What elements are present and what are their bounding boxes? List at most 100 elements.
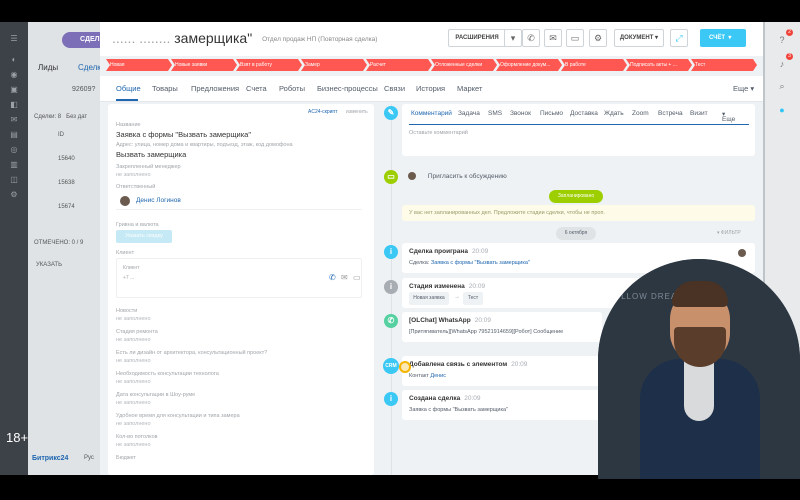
timeline-item: Добавлена связь с элементом 20:09 Контакт… [402, 356, 602, 386]
mail-icon[interactable]: ✉ [544, 29, 562, 47]
gear-icon[interactable]: ⚙ [589, 29, 607, 47]
stage-item[interactable]: Оформление докум... [496, 59, 562, 71]
field-value: Вызвать замерщика [116, 150, 187, 159]
deal-header: ...... ........ замерщика" Отдел продаж … [100, 22, 763, 56]
presenter-shirt [684, 361, 714, 421]
tab-offers[interactable]: Предложения [191, 84, 239, 93]
field-label: Закрепленный менеджер [116, 164, 181, 170]
field-value: не заполнено [116, 358, 151, 364]
stage-item[interactable]: Замер [301, 59, 367, 71]
webcam-overlay: FOLLOW DREAM [598, 259, 800, 479]
deal-info-card: AC24-скрипт изменить Название Заявка с ф… [108, 104, 374, 475]
filter-button[interactable]: ▾ ФИЛЬТР [717, 230, 741, 236]
tab-more[interactable]: Еще ▾ [733, 84, 754, 93]
rail-icon[interactable]: ◫ [8, 175, 20, 184]
bell-icon[interactable]: ♪ 3 [774, 53, 793, 72]
rail-icon[interactable]: ⚙ [8, 190, 20, 199]
item-text: Сделка: Заявка с формы "Вызвать замерщик… [409, 260, 530, 266]
phone-icon[interactable]: ✆ [522, 29, 540, 47]
bg-tab-deals[interactable]: Сделк [78, 63, 101, 72]
discount-button[interactable]: Указать скидку [116, 230, 172, 243]
deal-tabs: Общие Товары Предложения Счета Роботы Би… [100, 76, 763, 102]
tab-sms[interactable]: SMS [488, 110, 502, 117]
menu-icon[interactable]: ☰ [8, 34, 20, 43]
tab-zoom[interactable]: Zoom [632, 110, 649, 117]
expand-icon[interactable]: ⤢ [670, 29, 688, 47]
tab-robots[interactable]: Роботы [279, 84, 305, 93]
cursor-highlight [399, 361, 411, 373]
item-text[interactable]: [Притягиватель][WhatsApp 79521914659][Ро… [409, 329, 563, 335]
rail-icon[interactable]: ▤ [8, 130, 20, 139]
stage-item[interactable]: Отложенные сделки [431, 59, 497, 71]
avatar [120, 196, 130, 206]
chat-bubble-icon[interactable]: ▭ [353, 273, 361, 282]
chat-icon[interactable]: ● [774, 102, 790, 118]
tab-invoices[interactable]: Счета [246, 84, 267, 93]
bg-tab-leads[interactable]: Лиды [38, 63, 58, 72]
field-label: Ответственный [116, 184, 156, 190]
tab-task[interactable]: Задача [458, 110, 480, 117]
tab-more[interactable]: Еще ▾ [722, 110, 735, 123]
page-title: ...... ........ замерщика" Отдел продаж … [112, 30, 378, 46]
help-icon[interactable]: ? 2 [774, 29, 793, 48]
chat-bubble-icon[interactable]: ▭ [566, 29, 584, 47]
age-rating: 18+ [6, 430, 29, 445]
field-label: Бюджет [116, 455, 136, 461]
tab-call[interactable]: Звонок [510, 110, 531, 117]
item-text: Контакт Денис [409, 373, 446, 379]
tab-bizproc[interactable]: Бизнес-процессы [317, 84, 378, 93]
tab-products[interactable]: Товары [152, 84, 178, 93]
stage-item[interactable]: Взят в работу [236, 59, 302, 71]
client-card: Клиент +7 ... ✆ ✉ ▭ [116, 258, 362, 298]
stage-item[interactable]: Тест [691, 59, 757, 71]
rail-icon[interactable]: ◎ [8, 145, 20, 154]
planned-badge: Запланировано [549, 190, 603, 203]
phone-icon[interactable]: ✆ [329, 273, 336, 282]
stage-item[interactable]: Подписать акты + ... [626, 59, 692, 71]
tab-mail[interactable]: Письмо [540, 110, 563, 117]
rail-icon[interactable]: ◉ [8, 70, 20, 79]
field-value: не заполнено [116, 421, 151, 427]
rail-icon[interactable]: ▣ [8, 85, 20, 94]
tab-market[interactable]: Маркет [457, 84, 482, 93]
tab-comment[interactable]: Комментарий [411, 110, 452, 117]
rail-icon[interactable]: ◧ [8, 100, 20, 109]
pipeline-name[interactable]: Отдел продаж НП (Повторная сделка) [262, 36, 377, 43]
stage-item[interactable]: Новая [106, 59, 172, 71]
field-label: Удобное время для консультации и типа за… [116, 413, 240, 419]
tab-history[interactable]: История [416, 84, 445, 93]
tab-underline [409, 124, 749, 125]
info-icon: i [384, 245, 398, 259]
stage-item[interactable]: Новые заявки [171, 59, 237, 71]
rail-icon[interactable]: ✉ [8, 115, 20, 124]
responsible-name[interactable]: Денис Логинов [136, 197, 181, 204]
account-button[interactable]: СЧЁТ ▾ [700, 29, 746, 47]
tab-delivery[interactable]: Доставка [570, 110, 598, 117]
stage-item[interactable]: В работе [561, 59, 627, 71]
extensions-button[interactable]: РАСШИРЕНИЯ [448, 29, 506, 47]
comment-input[interactable]: Оставьте комментарий [409, 130, 468, 136]
tab-visit[interactable]: Визит [690, 110, 708, 117]
rail-icon[interactable]: ◐ [8, 55, 20, 64]
document-button[interactable]: ДОКУМЕНТ ▾ [614, 29, 664, 47]
tab-links[interactable]: Связи [384, 84, 405, 93]
field-label: Есть ли дизайн от архитектора, консульта… [116, 350, 268, 356]
deal-name-value: Заявка с формы "Вызвать замерщика" [116, 130, 251, 139]
search-icon[interactable]: ⌕ [774, 78, 790, 94]
edit-link[interactable]: изменить [346, 109, 368, 115]
responsible-row[interactable]: Денис Логинов [116, 192, 362, 210]
item-title: Сделка проиграна 20:09 [409, 248, 489, 255]
tab-meeting[interactable]: Встреча [658, 110, 683, 117]
chevron-down-icon[interactable]: ▾ [504, 29, 522, 47]
stage-item[interactable]: Расчет [366, 59, 432, 71]
invite-discussion[interactable]: Пригласить к обсуждению [408, 172, 507, 180]
timeline-item: [OLChat] WhatsApp 20:09 [Притягиватель][W… [402, 312, 602, 342]
script-link[interactable]: AC24-скрипт [308, 109, 337, 115]
item-title: Добавлена связь с элементом 20:09 [409, 361, 528, 368]
field-value: не заполнено [116, 442, 151, 448]
tab-wait[interactable]: Ждать [604, 110, 624, 117]
tab-general[interactable]: Общие [116, 84, 141, 93]
mail-icon[interactable]: ✉ [341, 273, 348, 282]
planned-card: У вас нет запланированных дел. Предложит… [402, 205, 755, 221]
rail-icon[interactable]: ▥ [8, 160, 20, 169]
